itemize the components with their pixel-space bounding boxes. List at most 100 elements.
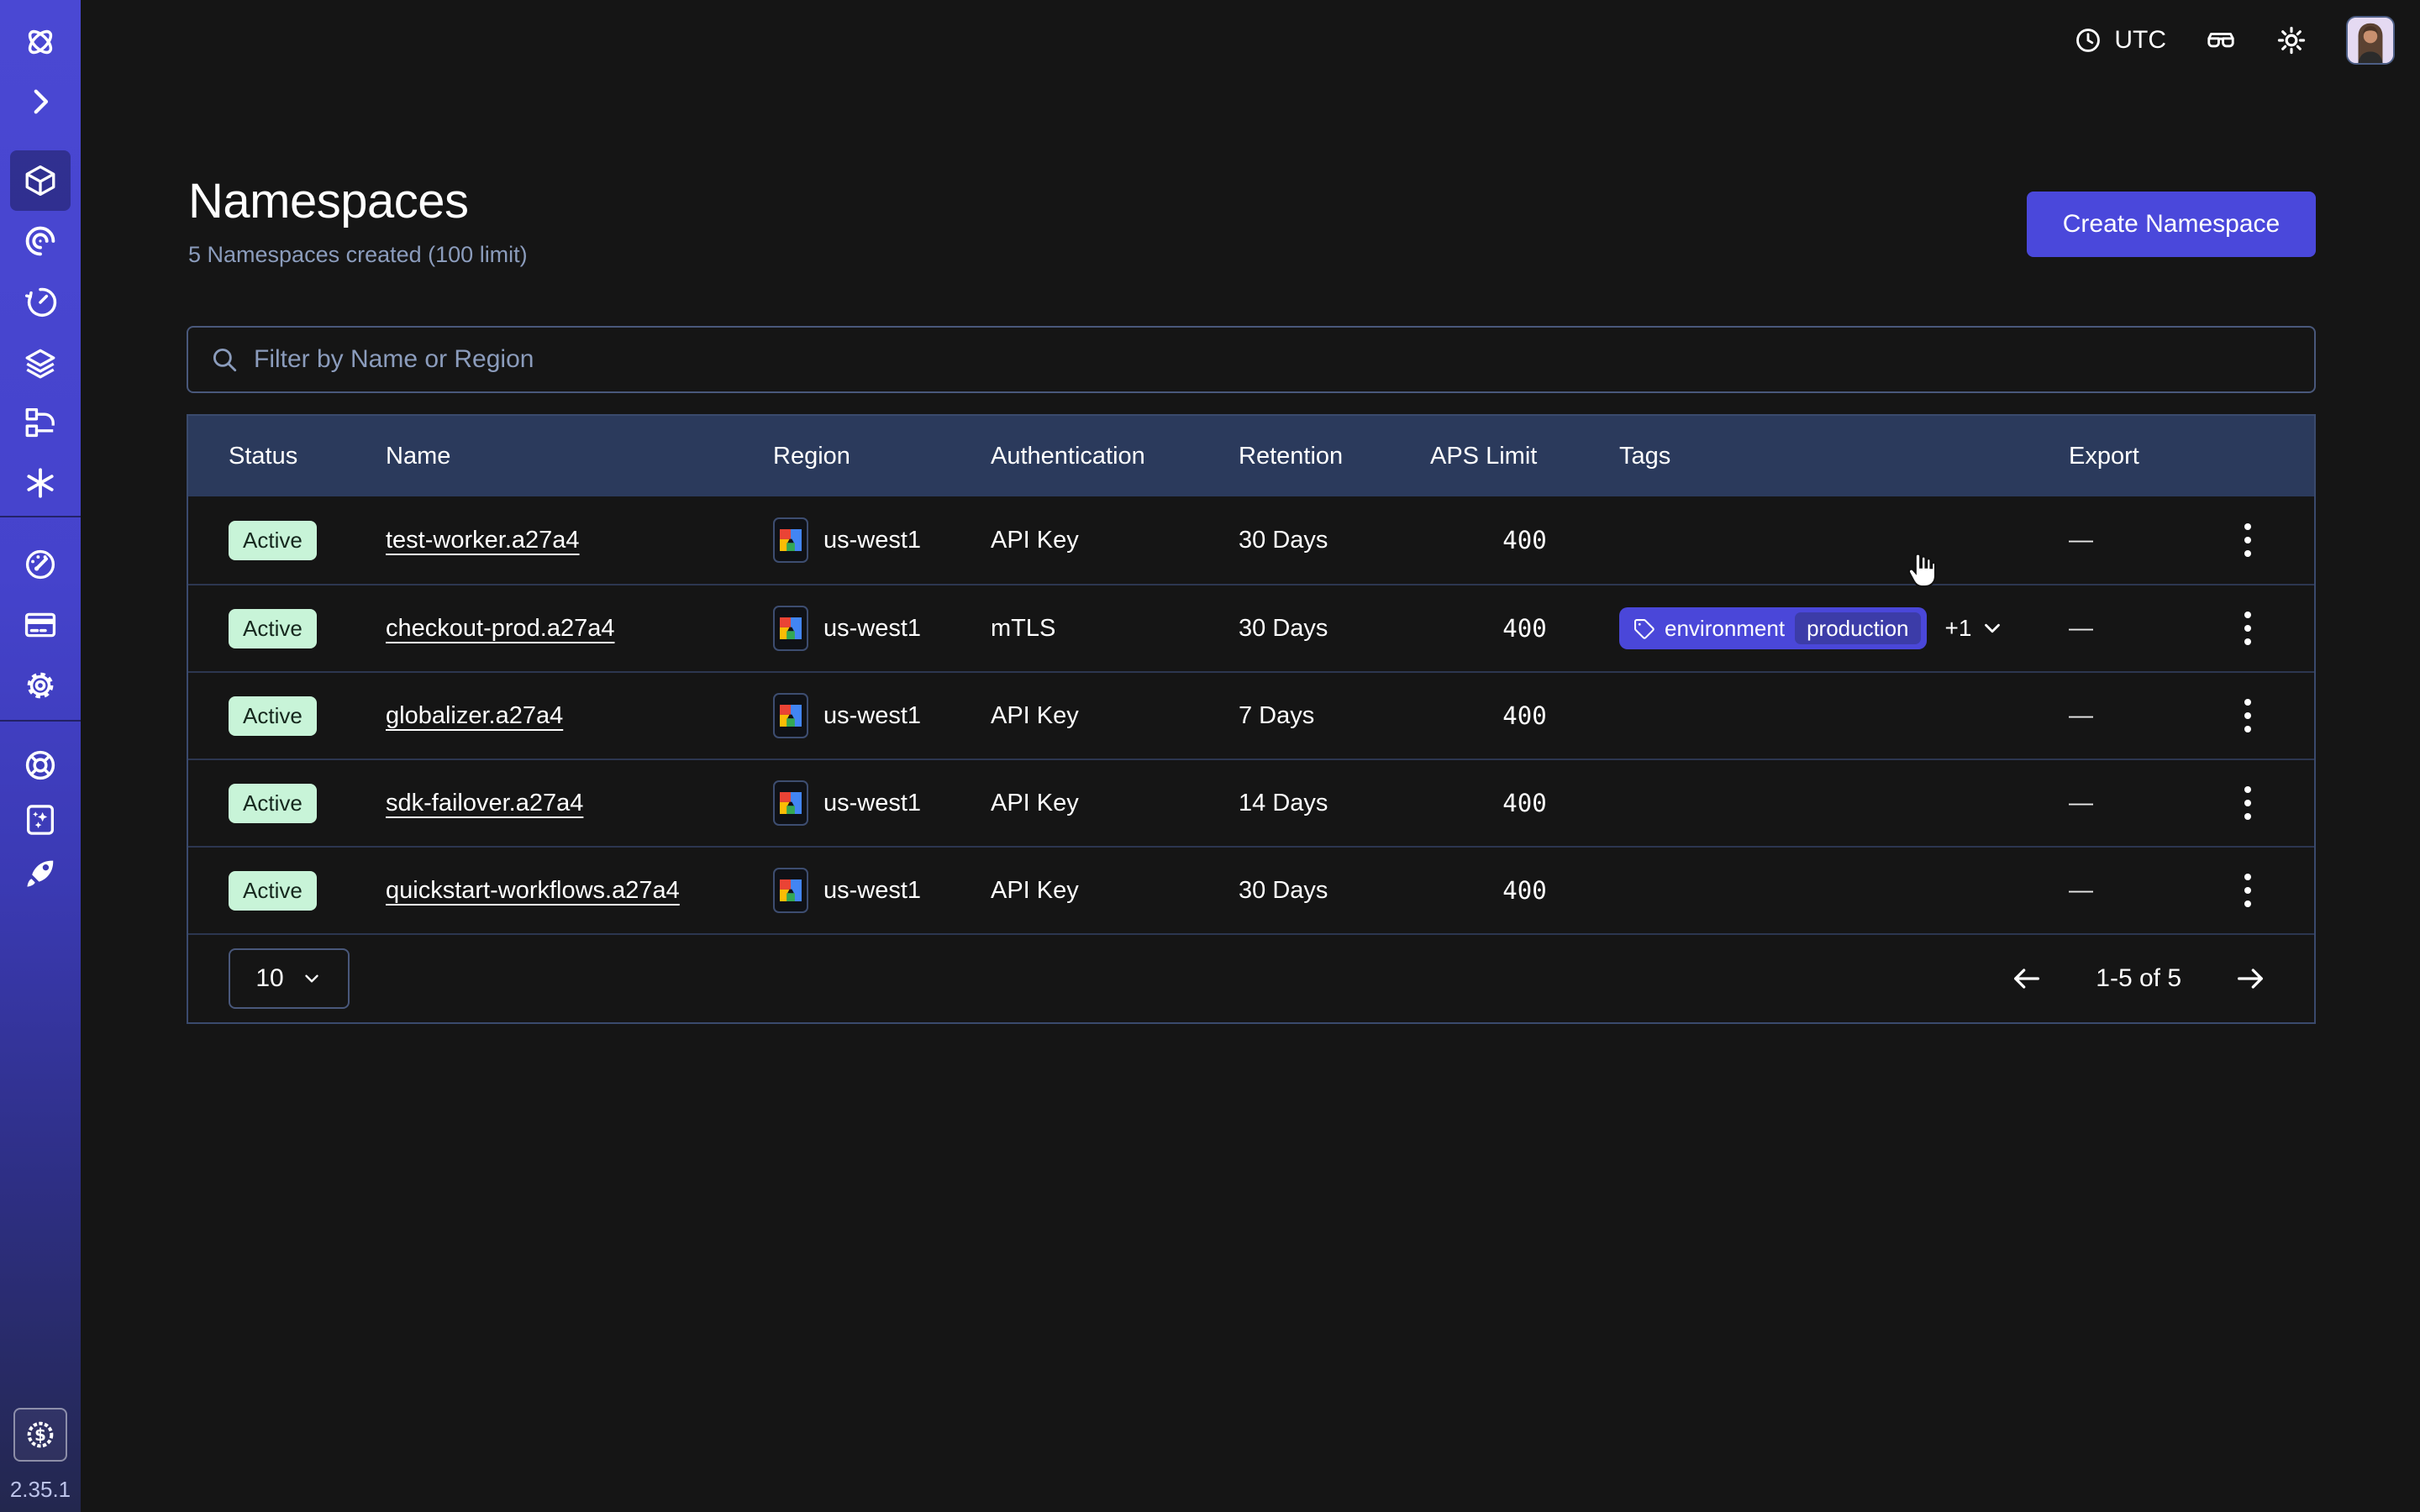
avatar-image [2348, 18, 2393, 63]
namespace-link[interactable]: globalizer.a27a4 [386, 702, 563, 729]
timezone-label: UTC [2114, 26, 2166, 55]
authentication-value: mTLS [991, 615, 1239, 643]
row-actions-menu-button[interactable] [2228, 865, 2267, 916]
sidebar-item-settings[interactable] [10, 655, 71, 716]
export-value: — [2069, 702, 2228, 730]
sun-icon [2275, 24, 2307, 56]
sidebar-item-deployments[interactable] [10, 333, 71, 393]
retention-value: 30 Days [1239, 877, 1430, 905]
pagination-range: 1-5 of 5 [2096, 964, 2181, 993]
region-label: us-west1 [823, 702, 921, 730]
chevron-down-icon [1980, 616, 2005, 641]
column-header-tags: Tags [1619, 443, 2069, 470]
tag-pill[interactable]: environment production [1619, 607, 1927, 649]
tag-expand-button[interactable] [1980, 616, 2005, 641]
tag-value: production [1795, 612, 1920, 644]
authentication-value: API Key [991, 877, 1239, 905]
table-footer: 10 1-5 of 5 [188, 933, 2314, 1022]
row-actions-menu-button[interactable] [2228, 603, 2267, 654]
gcp-logo-icon [773, 868, 808, 913]
region-label: us-west1 [823, 790, 921, 817]
page-size-select[interactable]: 10 [229, 948, 350, 1009]
namespace-link[interactable]: quickstart-workflows.a27a4 [386, 877, 680, 904]
sidebar-item-onboarding[interactable] [10, 790, 71, 850]
authentication-value: API Key [991, 527, 1239, 554]
namespaces-table: StatusNameRegionAuthenticationRetentionA… [187, 414, 2316, 1024]
sidebar-item-namespaces[interactable] [10, 150, 71, 211]
user-avatar[interactable] [2346, 16, 2395, 65]
usage-gauge-icon [23, 547, 58, 582]
tag-key: environment [1665, 616, 1785, 642]
sidebar-item-billing[interactable] [10, 595, 71, 655]
sidebar-divider [0, 720, 81, 722]
filter-bar [187, 326, 2316, 393]
authentication-value: API Key [991, 702, 1239, 730]
sidebar-item-batch[interactable] [10, 453, 71, 513]
clock-icon [2074, 26, 2102, 55]
workflows-spiral-icon [23, 223, 58, 259]
filter-input[interactable] [254, 345, 2292, 374]
sidebar: 2.35.1 [0, 0, 81, 1512]
gcp-logo-icon [773, 693, 808, 738]
deployments-layers-icon [23, 345, 58, 381]
namespace-link[interactable]: test-worker.a27a4 [386, 527, 580, 554]
batch-asterisk-icon [23, 465, 58, 501]
region-label: us-west1 [823, 615, 921, 643]
row-actions-menu-button[interactable] [2228, 690, 2267, 741]
retention-value: 14 Days [1239, 790, 1430, 817]
namespace-link[interactable]: sdk-failover.a27a4 [386, 790, 583, 816]
aps-limit-value: 400 [1430, 789, 1619, 817]
page-size-value: 10 [255, 964, 283, 993]
retention-value: 7 Days [1239, 702, 1430, 730]
sidebar-item-workflows[interactable] [10, 211, 71, 271]
gcp-logo-icon [773, 517, 808, 563]
sidebar-item-logo[interactable] [10, 12, 71, 72]
sidebar-item-expand[interactable] [10, 71, 71, 132]
table-header: StatusNameRegionAuthenticationRetentionA… [188, 416, 2314, 496]
theme-toggle-button[interactable] [2275, 24, 2307, 56]
credits-dollar-badge-icon [24, 1418, 57, 1452]
column-header-retention: Retention [1239, 443, 1430, 470]
support-lifebuoy-icon [23, 748, 58, 783]
next-page-button[interactable] [2233, 962, 2267, 995]
pagination: 1-5 of 5 [2010, 962, 2267, 995]
arrow-right-icon [2233, 962, 2267, 995]
aps-limit-value: 400 [1430, 614, 1619, 643]
status-badge: Active [229, 521, 317, 560]
region-label: us-west1 [823, 877, 921, 905]
credits-badge-button[interactable] [13, 1408, 67, 1462]
app-version: 2.35.1 [0, 1477, 81, 1503]
region-label: us-west1 [823, 527, 921, 554]
row-actions-menu-button[interactable] [2228, 778, 2267, 828]
export-value: — [2069, 615, 2228, 643]
sidebar-item-schedules[interactable] [10, 272, 71, 333]
arrow-left-icon [2010, 962, 2044, 995]
sidebar-item-usage[interactable] [10, 534, 71, 595]
main-content: Namespaces 5 Namespaces created (100 lim… [81, 81, 2420, 1512]
status-badge: Active [229, 871, 317, 911]
tag-icon [1633, 617, 1655, 639]
page-title: Namespaces [188, 173, 468, 229]
sidebar-item-quickstart[interactable] [10, 843, 71, 904]
billing-card-icon [23, 607, 58, 643]
namespace-link[interactable]: checkout-prod.a27a4 [386, 615, 614, 642]
column-header-region: Region [773, 443, 991, 470]
status-badge: Active [229, 784, 317, 823]
column-header-authentication: Authentication [991, 443, 1239, 470]
schedules-timer-icon [23, 285, 58, 320]
glasses-button[interactable] [2205, 24, 2237, 56]
row-actions-menu-button[interactable] [2228, 515, 2267, 565]
table-row: Active test-worker.a27a4 us-west1 API Ke… [188, 496, 2314, 584]
sidebar-item-support[interactable] [10, 735, 71, 795]
previous-page-button[interactable] [2010, 962, 2044, 995]
temporal-logo-icon [23, 24, 58, 60]
export-value: — [2069, 527, 2228, 554]
tag-group: environment production +1 [1619, 607, 2005, 649]
create-namespace-button[interactable]: Create Namespace [2027, 192, 2316, 257]
sidebar-item-nexus[interactable] [10, 392, 71, 453]
timezone-selector[interactable]: UTC [2074, 26, 2166, 55]
onboarding-doc-sparkle-icon [23, 802, 58, 837]
namespaces-cube-icon [23, 163, 58, 198]
topbar: UTC [81, 0, 2420, 81]
tag-more-count: +1 [1945, 615, 1972, 642]
